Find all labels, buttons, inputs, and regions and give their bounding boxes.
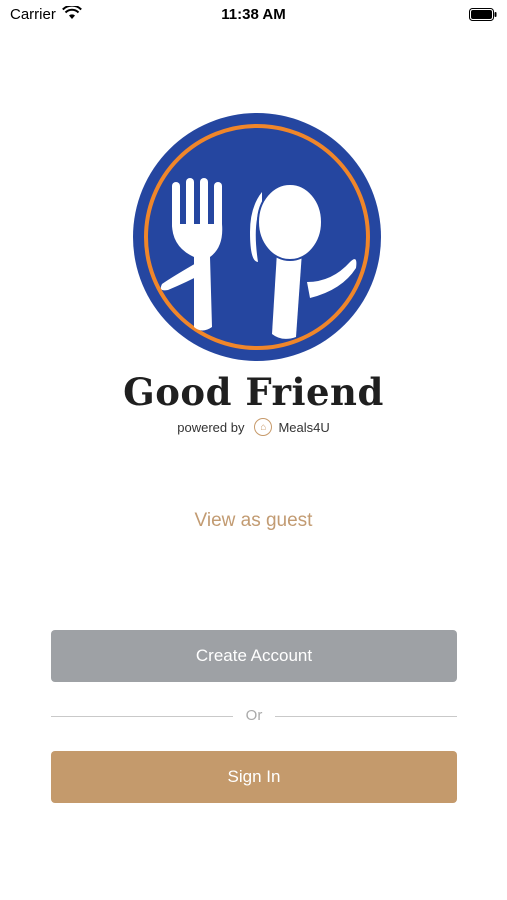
or-divider: Or [51,706,457,726]
partner-name: Meals4U [278,419,330,435]
powered-by-row: powered by ⌂ Meals4U [0,418,507,436]
view-as-guest-link[interactable]: View as guest [0,510,507,532]
good-friend-logo [132,112,382,362]
create-account-button[interactable]: Create Account [51,630,457,682]
meals4u-logo-icon: ⌂ [254,418,273,436]
status-bar: Carrier 11:38 AM [0,0,507,30]
powered-by-label: powered by [177,419,245,435]
battery-icon [469,8,497,21]
divider-line-right [275,716,457,717]
brand-title: Good Friend [123,370,384,414]
status-time: 11:38 AM [221,6,286,23]
sign-in-button[interactable]: Sign In [51,751,457,803]
